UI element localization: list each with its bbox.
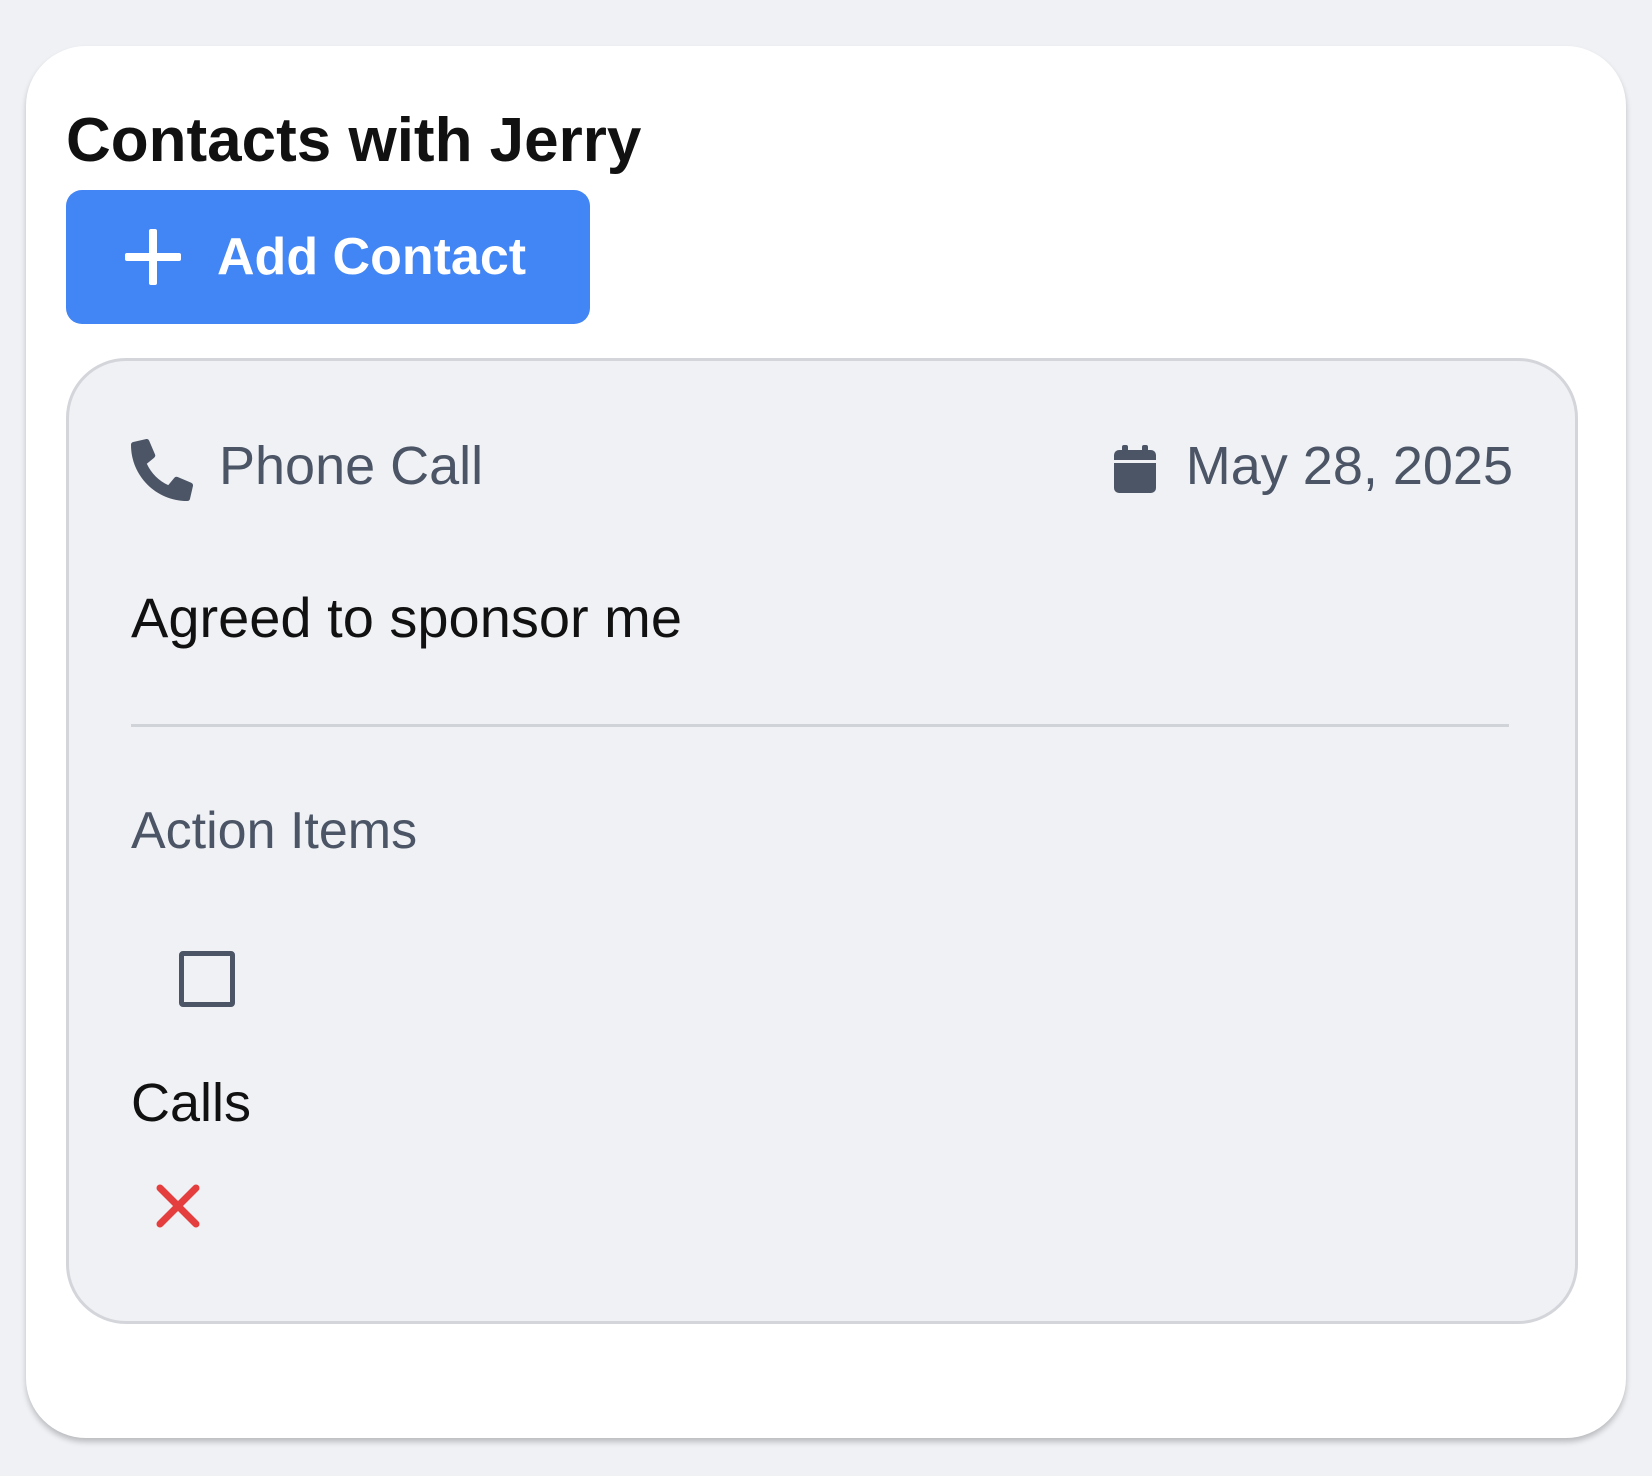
action-item-text: Calls <box>131 1073 252 1133</box>
add-contact-label: Add Contact <box>217 228 527 286</box>
contact-type-label: Phone Call <box>219 436 484 496</box>
phone-icon <box>131 439 193 501</box>
add-contact-button[interactable]: Add Contact <box>66 190 590 324</box>
action-item-checkbox[interactable] <box>179 951 235 1007</box>
contacts-panel: Contacts with Jerry Add Contact Phone Ca… <box>26 46 1626 1438</box>
section-title: Contacts with Jerry <box>66 106 642 175</box>
contact-note: Agreed to sponsor me <box>131 586 682 649</box>
divider <box>131 724 1509 727</box>
close-icon[interactable] <box>155 1183 201 1229</box>
plus-icon <box>125 229 181 285</box>
contact-date: May 28, 2025 <box>1185 436 1513 496</box>
calendar-icon <box>1114 445 1156 493</box>
action-items-heading: Action Items <box>131 802 418 860</box>
contact-entry-card: Phone Call May 28, 2025 Agreed to sponso… <box>66 358 1578 1324</box>
